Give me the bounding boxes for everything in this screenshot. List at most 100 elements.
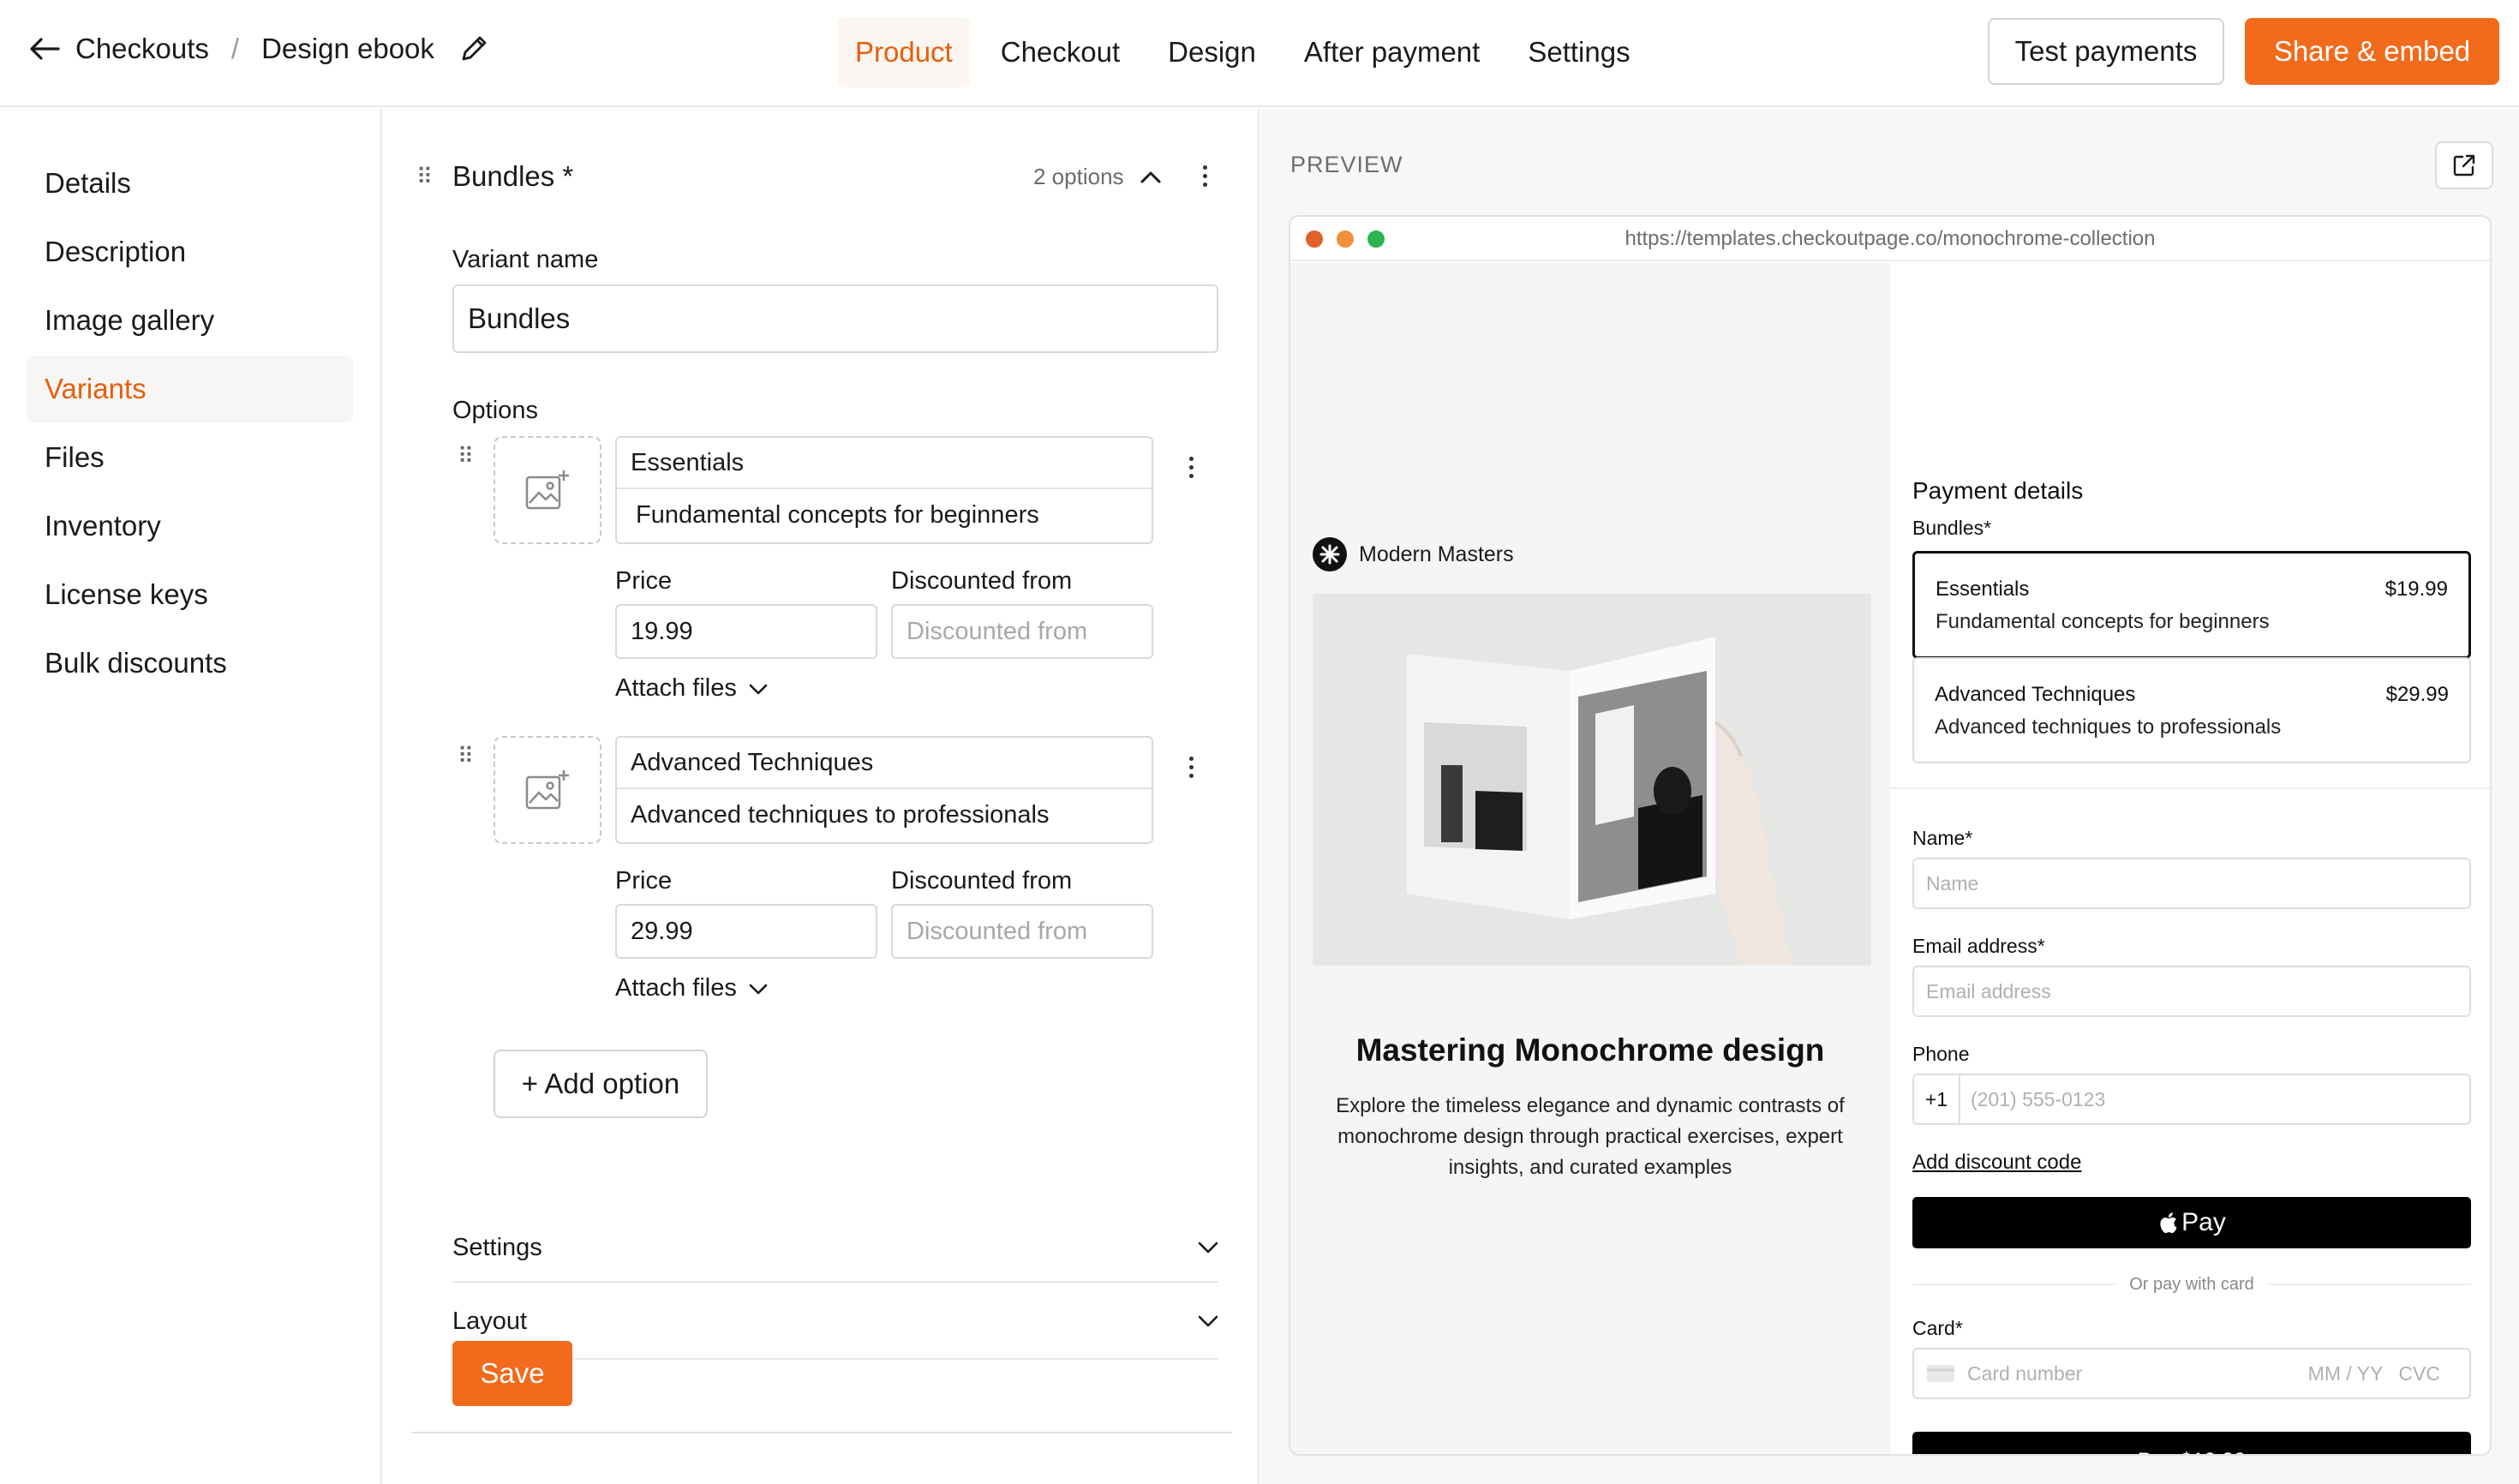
apple-logo-icon <box>2160 1212 2177 1234</box>
price-input[interactable]: 29.99 <box>615 904 877 959</box>
image-add-icon <box>525 770 569 810</box>
options-count: 2 options <box>1033 164 1124 189</box>
phone-country-code[interactable]: +1 <box>1914 1075 1960 1123</box>
chevron-up-icon[interactable] <box>1140 169 1162 184</box>
name-label: Name* <box>1912 827 1973 849</box>
pay-button[interactable]: Pay $19.99 <box>1912 1432 2471 1454</box>
option-name-input[interactable]: Advanced Techniques <box>617 738 1152 789</box>
sidebar-item-inventory[interactable]: Inventory <box>27 493 353 559</box>
tab-product[interactable]: Product <box>838 17 970 87</box>
option-more-icon[interactable] <box>1182 457 1200 478</box>
bundles-label: Bundles* <box>1912 517 1992 539</box>
discounted-from-input[interactable]: Discounted from <box>891 604 1153 659</box>
payment-divider <box>1890 787 2490 789</box>
option-image-upload[interactable] <box>494 436 601 544</box>
section-more-icon[interactable] <box>1196 165 1213 187</box>
option-description-input[interactable]: Fundamental concepts for beginners <box>617 489 1152 541</box>
bundle-description: Fundamental concepts for beginners <box>1936 610 2270 633</box>
option-name-fields: Advanced Techniques Advanced techniques … <box>615 736 1153 844</box>
card-input[interactable]: Card number MM / YY CVC <box>1912 1348 2471 1399</box>
option-drag-handle-icon[interactable]: ⠿ <box>458 745 474 767</box>
bundle-name: Advanced Techniques <box>1935 683 2136 706</box>
email-label: Email address* <box>1912 935 2045 957</box>
sidebar-item-bulk-discounts[interactable]: Bulk discounts <box>27 630 353 697</box>
breadcrumb-checkouts-link[interactable]: Checkouts <box>75 33 209 65</box>
apple-pay-label: Pay <box>2181 1208 2226 1236</box>
discounted-from-label: Discounted from <box>891 867 1073 895</box>
chevron-down-icon <box>1198 1315 1218 1327</box>
section-divider <box>411 1432 1232 1433</box>
save-button[interactable]: Save <box>452 1341 572 1406</box>
bundle-option-essentials[interactable]: Essentials $19.99 Fundamental concepts f… <box>1912 551 2471 659</box>
tab-checkout[interactable]: Checkout <box>984 17 1137 87</box>
attach-files-toggle[interactable]: Attach files <box>615 674 768 703</box>
options-label: Options <box>452 397 538 424</box>
name-input[interactable]: Name <box>1912 858 2471 909</box>
top-bar: Checkouts / Design ebook Product Checkou… <box>0 0 2519 107</box>
preview-title: PREVIEW <box>1290 152 1403 177</box>
card-cvc-placeholder: CVC <box>2398 1361 2440 1385</box>
open-external-button[interactable] <box>2435 141 2493 189</box>
layout-collapsible-label: Layout <box>452 1307 528 1335</box>
image-add-icon <box>525 470 569 510</box>
settings-collapsible[interactable]: Settings <box>452 1214 1218 1283</box>
phone-label: Phone <box>1912 1043 1970 1065</box>
option-drag-handle-icon[interactable]: ⠿ <box>458 445 474 467</box>
sidebar-item-files[interactable]: Files <box>27 424 353 491</box>
product-sidebar: Details Description Image gallery Varian… <box>0 109 382 1484</box>
tab-design[interactable]: Design <box>1151 17 1273 87</box>
product-description: Explore the timeless elegance and dynami… <box>1336 1094 1845 1179</box>
external-link-icon <box>2453 154 2475 177</box>
settings-collapsible-label: Settings <box>452 1233 542 1261</box>
sidebar-item-image-gallery[interactable]: Image gallery <box>27 287 353 354</box>
option-more-icon[interactable] <box>1182 757 1200 778</box>
brand-logo-icon <box>1313 537 1347 571</box>
bundle-name: Essentials <box>1936 577 2030 601</box>
price-label: Price <box>615 867 673 895</box>
browser-mockup: https://templates.checkoutpage.co/monoch… <box>1289 215 2492 1456</box>
option-description-input[interactable]: Advanced techniques to professionals <box>617 789 1152 841</box>
pencil-icon[interactable] <box>458 33 489 64</box>
sidebar-item-details[interactable]: Details <box>27 150 353 217</box>
variant-name-label: Variant name <box>452 246 599 273</box>
sidebar-item-variants[interactable]: Variants <box>27 356 353 422</box>
add-option-button[interactable]: + Add option <box>494 1050 708 1118</box>
or-pay-divider: Or pay with card <box>1912 1272 2472 1296</box>
option-name-input[interactable]: Essentials <box>617 438 1152 489</box>
brand-name: Modern Masters <box>1359 542 1514 566</box>
breadcrumb: Checkouts / Design ebook <box>29 33 505 65</box>
preview-url: https://templates.checkoutpage.co/monoch… <box>1624 227 2156 250</box>
option-image-upload[interactable] <box>494 736 601 844</box>
test-payments-button[interactable]: Test payments <box>1988 18 2224 85</box>
credit-card-icon <box>1927 1365 1954 1382</box>
phone-field: +1 (201) 555-0123 <box>1912 1074 2471 1125</box>
variant-name-input[interactable]: Bundles <box>452 284 1218 353</box>
bundle-option-advanced[interactable]: Advanced Techniques $29.99 Advanced tech… <box>1912 657 2471 763</box>
tab-settings[interactable]: Settings <box>1511 17 1647 87</box>
apple-pay-button[interactable]: Pay <box>1912 1197 2471 1248</box>
browser-address-bar: https://templates.checkoutpage.co/monoch… <box>1290 217 2490 261</box>
add-discount-code-link[interactable]: Add discount code <box>1912 1151 2081 1175</box>
bundle-price: $29.99 <box>2385 683 2449 706</box>
card-number-placeholder: Card number <box>1967 1361 2083 1385</box>
chevron-down-icon <box>749 684 768 694</box>
attach-files-label: Attach files <box>615 674 737 702</box>
payment-details-title: Payment details <box>1912 477 2084 504</box>
share-embed-button[interactable]: Share & embed <box>2245 18 2499 85</box>
chevron-down-icon <box>1198 1242 1218 1254</box>
preview-panel: PREVIEW https://templates.checkoutpage.c… <box>1261 109 2519 1484</box>
brand: Modern Masters <box>1313 537 1514 571</box>
email-input[interactable]: Email address <box>1912 966 2471 1017</box>
sidebar-item-description[interactable]: Description <box>27 218 353 285</box>
product-hero-image <box>1313 594 1871 966</box>
price-input[interactable]: 19.99 <box>615 604 877 659</box>
variant-section-title: Bundles * <box>452 160 574 192</box>
breadcrumb-current: Design ebook <box>261 33 434 64</box>
discounted-from-input[interactable]: Discounted from <box>891 904 1153 959</box>
phone-input[interactable]: (201) 555-0123 <box>1960 1088 2105 1111</box>
tab-after-payment[interactable]: After payment <box>1287 17 1497 87</box>
sidebar-item-license-keys[interactable]: License keys <box>27 561 353 628</box>
drag-handle-icon[interactable]: ⠿ <box>416 165 433 188</box>
attach-files-toggle[interactable]: Attach files <box>615 974 768 1002</box>
arrow-left-icon[interactable] <box>29 36 60 62</box>
